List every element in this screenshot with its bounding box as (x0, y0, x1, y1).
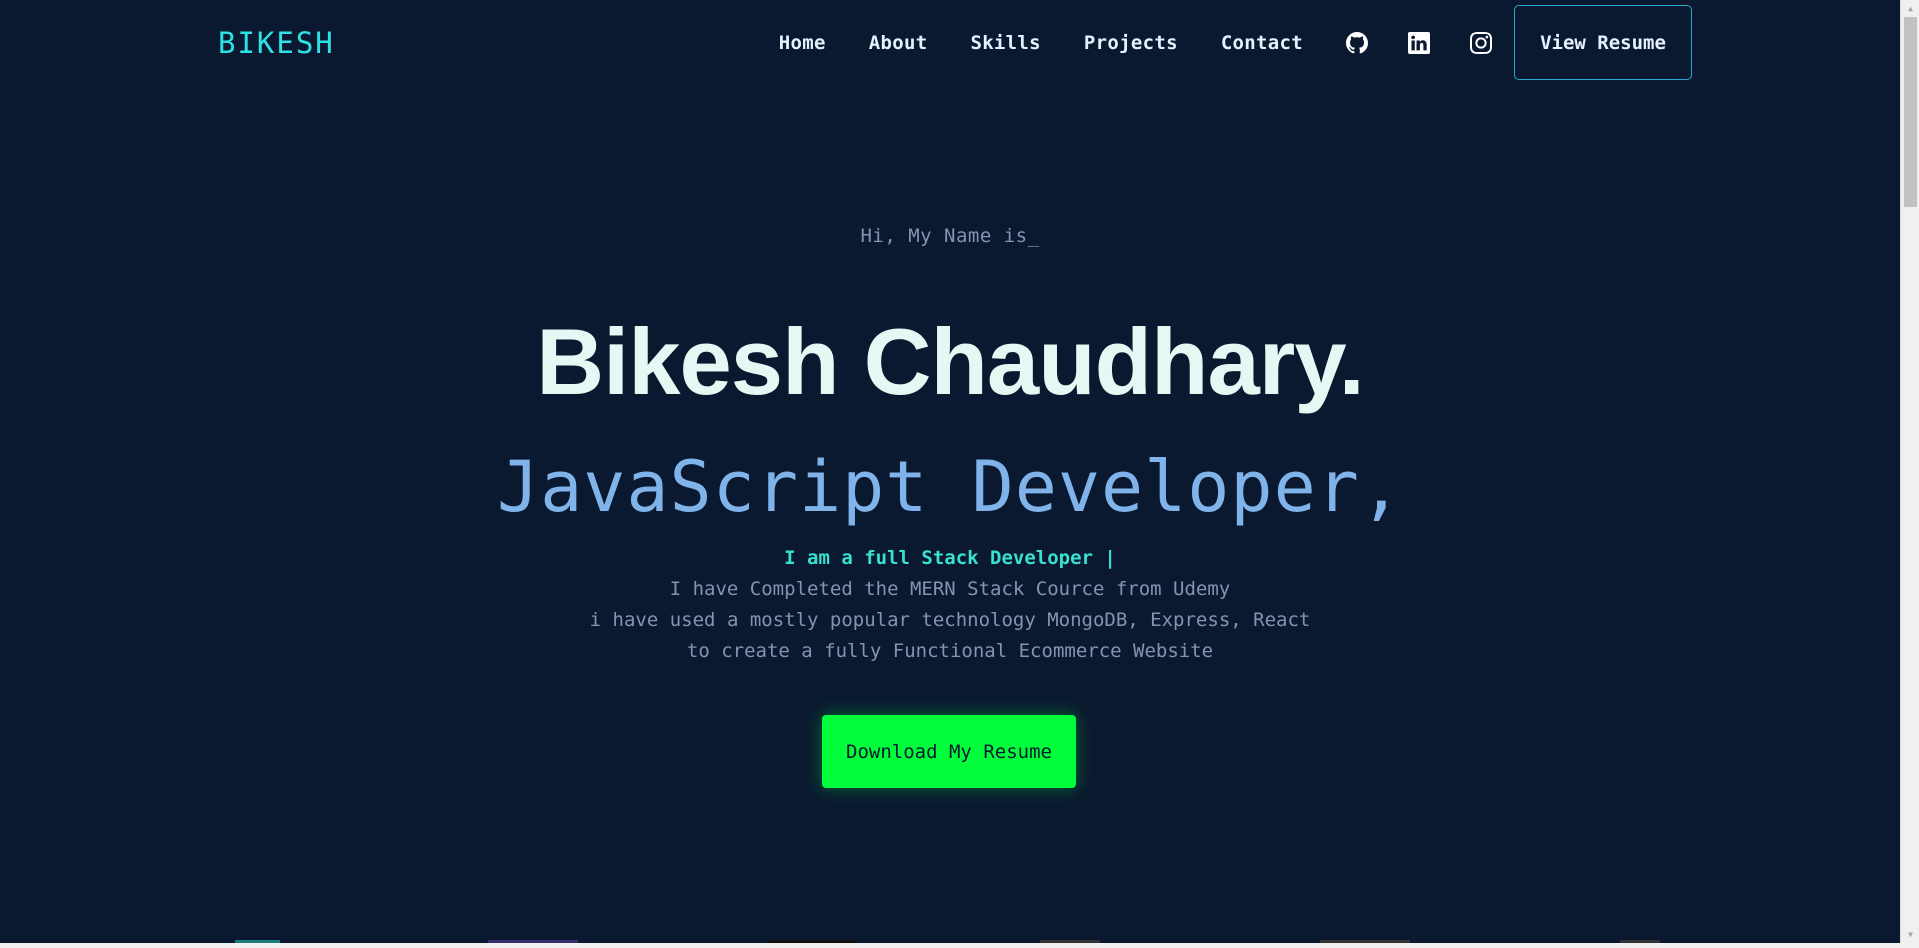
scroll-up-arrow-icon[interactable]: ▲ (1901, 0, 1919, 17)
nav-link-projects[interactable]: Projects (1084, 32, 1178, 54)
scrollbar-thumb[interactable] (1904, 17, 1917, 207)
main-navigation: Home About Skills Projects Contact View … (779, 5, 1692, 80)
vertical-scrollbar[interactable]: ▲ ▼ (1900, 0, 1919, 943)
view-resume-button[interactable]: View Resume (1514, 5, 1692, 80)
instagram-icon[interactable] (1470, 31, 1492, 54)
nav-link-home[interactable]: Home (779, 32, 826, 54)
nav-link-contact[interactable]: Contact (1221, 32, 1303, 54)
portfolio-page: BIKESH Home About Skills Projects Contac… (0, 0, 1900, 943)
hero-role: JavaScript Developer, (496, 446, 1403, 528)
hero-description-line: i have used a mostly popular technology … (589, 609, 1311, 631)
horizontal-scrollbar (0, 943, 1919, 948)
download-resume-button[interactable]: Download My Resume (822, 715, 1076, 788)
hero-name: Bikesh Chaudhary. (536, 309, 1365, 414)
github-icon[interactable] (1346, 31, 1368, 54)
hero-greeting: Hi, My Name is_ (860, 225, 1040, 247)
scroll-down-arrow-icon[interactable]: ▼ (1901, 926, 1919, 943)
hero-tagline: I am a full Stack Developer | (784, 547, 1116, 569)
linkedin-icon[interactable] (1408, 31, 1430, 54)
hero-description-line: to create a fully Functional Ecommerce W… (686, 640, 1214, 662)
nav-link-about[interactable]: About (869, 32, 928, 54)
hero-description-line: I have Completed the MERN Stack Cource f… (669, 578, 1231, 600)
nav-link-skills[interactable]: Skills (970, 32, 1040, 54)
site-logo[interactable]: BIKESH (218, 26, 335, 60)
